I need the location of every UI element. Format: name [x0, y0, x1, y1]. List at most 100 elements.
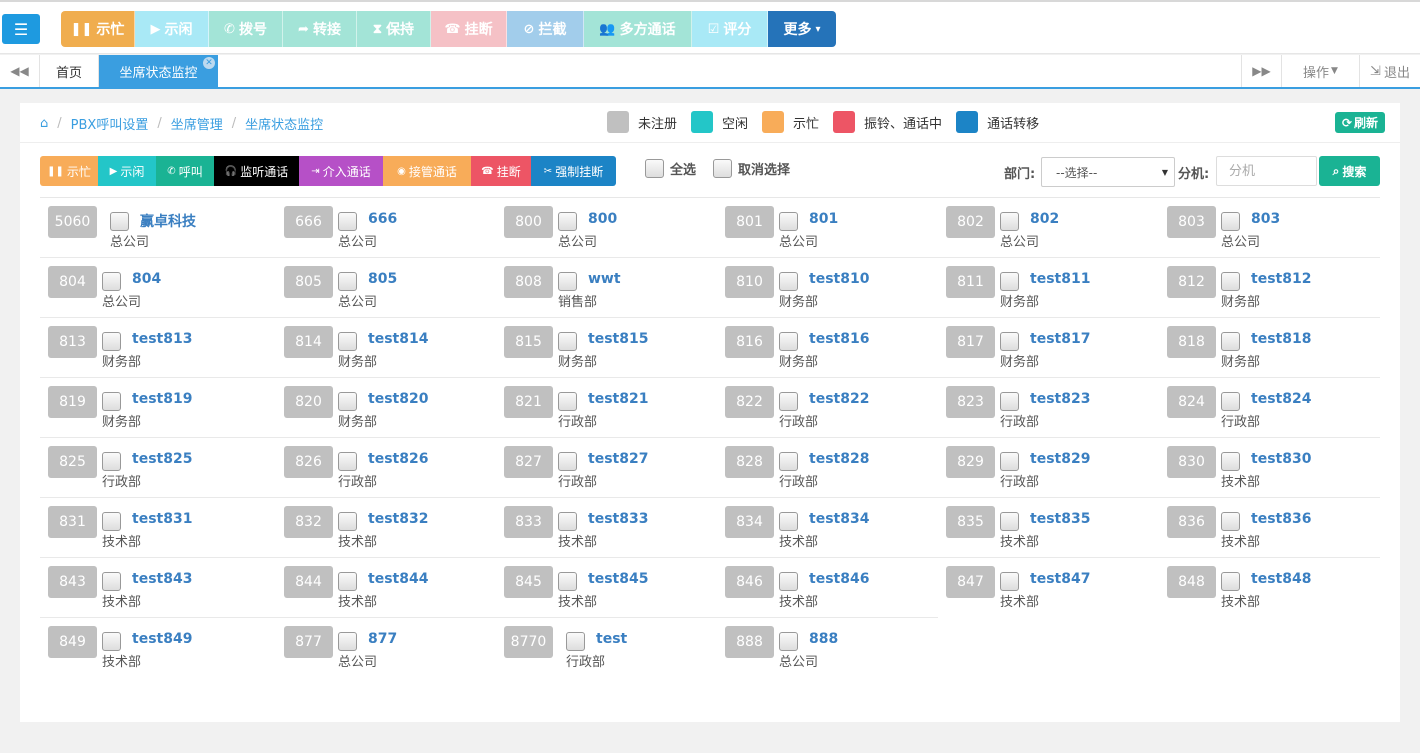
- agent-name[interactable]: test833: [588, 511, 648, 527]
- agent-checkbox[interactable]: [1000, 212, 1019, 231]
- toolbar-button-7[interactable]: 👥 多方通话: [584, 11, 692, 47]
- tab-agent-monitor[interactable]: 坐席状态监控 ✕: [99, 55, 218, 87]
- agent-status-badge[interactable]: 811: [946, 266, 995, 298]
- agent-checkbox[interactable]: [102, 392, 121, 411]
- agent-checkbox[interactable]: [558, 452, 577, 471]
- agent-name[interactable]: test816: [809, 331, 869, 347]
- agent-checkbox[interactable]: [779, 332, 798, 351]
- agent-name[interactable]: 803: [1251, 211, 1280, 227]
- agent-name[interactable]: test848: [1251, 571, 1311, 587]
- agent-checkbox[interactable]: [779, 452, 798, 471]
- agent-checkbox[interactable]: [338, 272, 357, 291]
- agent-checkbox[interactable]: [779, 212, 798, 231]
- agent-status-badge[interactable]: 814: [284, 326, 333, 358]
- agent-card[interactable]: 849 test849 技术部: [48, 626, 258, 686]
- agent-card[interactable]: 848 test848 技术部: [1167, 566, 1377, 626]
- agent-status-badge[interactable]: 825: [48, 446, 97, 478]
- agent-checkbox[interactable]: [558, 332, 577, 351]
- agent-status-badge[interactable]: 829: [946, 446, 995, 478]
- agent-name[interactable]: test835: [1030, 511, 1090, 527]
- toolbar-button-0[interactable]: ❚❚ 示忙: [61, 11, 135, 47]
- agent-status-badge[interactable]: 843: [48, 566, 97, 598]
- agent-status-badge[interactable]: 813: [48, 326, 97, 358]
- agent-name[interactable]: test826: [368, 451, 428, 467]
- agent-status-badge[interactable]: 846: [725, 566, 774, 598]
- agent-status-badge[interactable]: 8770: [504, 626, 553, 658]
- agent-name[interactable]: 800: [588, 211, 617, 227]
- agent-name[interactable]: test: [596, 631, 627, 647]
- agent-checkbox[interactable]: [338, 572, 357, 591]
- agent-name[interactable]: test813: [132, 331, 192, 347]
- agent-checkbox[interactable]: [1000, 272, 1019, 291]
- agent-checkbox[interactable]: [338, 332, 357, 351]
- agent-name[interactable]: test812: [1251, 271, 1311, 287]
- agent-status-badge[interactable]: 817: [946, 326, 995, 358]
- agent-status-badge[interactable]: 666: [284, 206, 333, 238]
- agent-name[interactable]: test849: [132, 631, 192, 647]
- agent-name[interactable]: 804: [132, 271, 161, 287]
- agent-status-badge[interactable]: 831: [48, 506, 97, 538]
- agent-status-badge[interactable]: 824: [1167, 386, 1216, 418]
- agent-name[interactable]: test814: [368, 331, 428, 347]
- agent-card[interactable]: 847 test847 技术部: [946, 566, 1156, 626]
- agent-name[interactable]: test821: [588, 391, 648, 407]
- agent-card[interactable]: 888 888 总公司: [725, 626, 935, 686]
- agent-name[interactable]: test845: [588, 571, 648, 587]
- toolbar-button-9[interactable]: 更多 ▾: [768, 11, 836, 47]
- agent-status-badge[interactable]: 808: [504, 266, 553, 298]
- agent-name[interactable]: test844: [368, 571, 428, 587]
- agent-status-badge[interactable]: 805: [284, 266, 333, 298]
- agent-name[interactable]: test830: [1251, 451, 1311, 467]
- agent-name[interactable]: test827: [588, 451, 648, 467]
- toolbar-button-4[interactable]: ⧗ 保持: [357, 11, 431, 47]
- toolbar-button-5[interactable]: ☎ 挂断: [431, 11, 507, 47]
- agent-status-badge[interactable]: 5060: [48, 206, 97, 238]
- agent-status-badge[interactable]: 822: [725, 386, 774, 418]
- agent-checkbox[interactable]: [558, 512, 577, 531]
- agent-checkbox[interactable]: [338, 452, 357, 471]
- agent-checkbox[interactable]: [1221, 392, 1240, 411]
- agent-card[interactable]: 877 877 总公司: [284, 626, 494, 686]
- agent-checkbox[interactable]: [779, 632, 798, 651]
- agent-name[interactable]: test846: [809, 571, 869, 587]
- toolbar-button-1[interactable]: ▶ 示闲: [135, 11, 209, 47]
- agent-name[interactable]: test819: [132, 391, 192, 407]
- agent-name[interactable]: test824: [1251, 391, 1311, 407]
- agent-status-badge[interactable]: 828: [725, 446, 774, 478]
- agent-checkbox[interactable]: [1221, 212, 1240, 231]
- agent-checkbox[interactable]: [1221, 512, 1240, 531]
- agent-status-badge[interactable]: 888: [725, 626, 774, 658]
- agent-status-badge[interactable]: 820: [284, 386, 333, 418]
- agent-status-badge[interactable]: 823: [946, 386, 995, 418]
- agent-status-badge[interactable]: 833: [504, 506, 553, 538]
- agent-checkbox[interactable]: [1000, 512, 1019, 531]
- agent-name[interactable]: test834: [809, 511, 869, 527]
- agent-status-badge[interactable]: 801: [725, 206, 774, 238]
- agent-status-badge[interactable]: 802: [946, 206, 995, 238]
- toolbar-button-3[interactable]: ➦ 转接: [283, 11, 357, 47]
- agent-name[interactable]: test823: [1030, 391, 1090, 407]
- agent-checkbox[interactable]: [102, 332, 121, 351]
- agent-name[interactable]: 802: [1030, 211, 1059, 227]
- agent-name[interactable]: 877: [368, 631, 397, 647]
- agent-status-badge[interactable]: 845: [504, 566, 553, 598]
- agent-name[interactable]: test831: [132, 511, 192, 527]
- tab-home[interactable]: 首页: [40, 55, 99, 87]
- agent-name[interactable]: 666: [368, 211, 397, 227]
- agent-status-badge[interactable]: 816: [725, 326, 774, 358]
- agent-checkbox[interactable]: [779, 512, 798, 531]
- agent-name[interactable]: 801: [809, 211, 838, 227]
- toolbar-button-6[interactable]: ⊘ 拦截: [507, 11, 584, 47]
- agent-checkbox[interactable]: [338, 212, 357, 231]
- agent-checkbox[interactable]: [558, 572, 577, 591]
- agent-checkbox[interactable]: [1221, 452, 1240, 471]
- agent-status-badge[interactable]: 815: [504, 326, 553, 358]
- agent-checkbox[interactable]: [1221, 332, 1240, 351]
- agent-name[interactable]: 赢卓科技: [140, 211, 196, 231]
- agent-status-badge[interactable]: 848: [1167, 566, 1216, 598]
- agent-checkbox[interactable]: [779, 272, 798, 291]
- agent-checkbox[interactable]: [1221, 572, 1240, 591]
- agent-status-badge[interactable]: 804: [48, 266, 97, 298]
- tab-scroll-left-button[interactable]: ◀◀: [0, 55, 40, 87]
- agent-checkbox[interactable]: [558, 272, 577, 291]
